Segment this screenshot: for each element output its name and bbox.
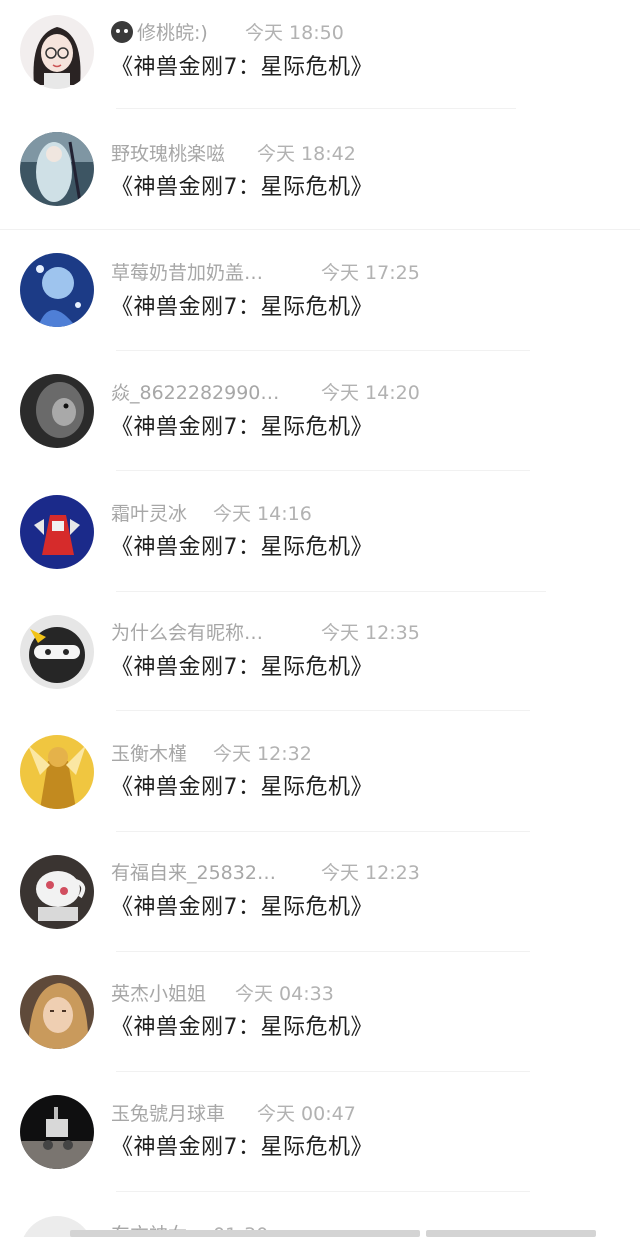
list-item[interactable]: 英杰小姐姐 今天 04:33 《神兽金刚7：星际危机》 — [0, 970, 640, 1090]
username[interactable]: 玉衡木槿 — [111, 739, 187, 769]
username[interactable]: 为什么会有昵称… — [111, 618, 263, 648]
comment-meta: 焱_8622282990… 今天 14:20 — [111, 378, 420, 408]
comment-text: 《神兽金刚7：星际危机》 — [111, 775, 373, 800]
username[interactable]: 玉兔號月球車 — [111, 1099, 225, 1129]
avatar[interactable] — [20, 1095, 94, 1169]
list-item[interactable]: 焱_8622282990… 今天 14:20 《神兽金刚7：星际危机》 — [0, 370, 640, 490]
divider — [116, 108, 516, 109]
username[interactable]: 英杰小姐姐 — [111, 979, 206, 1009]
timestamp: 今天 00:47 — [257, 1103, 356, 1125]
list-item[interactable]: 有福自来_25832… 今天 12:23 《神兽金刚7：星际危机》 — [0, 850, 640, 970]
comment-meta: 为什么会有昵称… 今天 12:35 — [111, 618, 420, 648]
comment-meta: 有福自来_25832… 今天 12:23 — [111, 858, 420, 888]
timestamp: 今天 12:23 — [321, 862, 420, 884]
list-item[interactable]: 霜叶灵冰 今天 14:16 《神兽金刚7：星际危机》 — [0, 490, 640, 610]
divider — [116, 591, 546, 592]
avatar[interactable] — [20, 132, 94, 206]
comment-meta: 草莓奶昔加奶盖… 今天 17:25 — [111, 258, 420, 288]
avatar[interactable] — [20, 15, 94, 89]
comment-meta: 修桃皖:) 今天 18:50 — [111, 18, 344, 48]
list-item[interactable]: 野玫瑰桃楽嗞 今天 18:42 《神兽金刚7：星际危机》 — [0, 130, 640, 250]
timestamp: 今天 04:33 — [235, 983, 334, 1005]
username[interactable]: 草莓奶昔加奶盖… — [111, 258, 263, 288]
comment-meta: 野玫瑰桃楽嗞 今天 18:42 — [111, 139, 356, 169]
avatar[interactable] — [20, 975, 94, 1049]
avatar[interactable] — [20, 615, 94, 689]
avatar[interactable] — [20, 735, 94, 809]
timestamp: 今天 12:32 — [213, 743, 312, 765]
avatar[interactable] — [20, 253, 94, 327]
black-emoji-icon — [111, 21, 133, 43]
username[interactable]: 焱_8622282990… — [111, 378, 279, 408]
comment-meta: 霜叶灵冰 今天 14:16 — [111, 499, 312, 529]
divider — [116, 831, 530, 832]
avatar[interactable] — [20, 495, 94, 569]
avatar[interactable] — [20, 374, 94, 448]
username[interactable]: 野玫瑰桃楽嗞 — [111, 139, 225, 169]
divider — [0, 229, 640, 230]
list-item[interactable]: 玉兔號月球車 今天 00:47 《神兽金刚7：星际危机》 — [0, 1090, 640, 1210]
comment-text: 《神兽金刚7：星际危机》 — [111, 535, 373, 560]
comment-text: 《神兽金刚7：星际危机》 — [111, 1015, 373, 1040]
divider — [116, 1071, 530, 1072]
comment-text: 《神兽金刚7：星际危机》 — [111, 895, 373, 920]
comment-meta: 玉衡木槿 今天 12:32 — [111, 739, 312, 769]
divider — [116, 1191, 530, 1192]
list-item[interactable]: 玉衡木槿 今天 12:32 《神兽金刚7：星际危机》 — [0, 730, 640, 850]
bottom-toolbar-segment — [70, 1230, 420, 1237]
comment-text: 《神兽金刚7：星际危机》 — [111, 175, 373, 200]
timestamp: 今天 17:25 — [321, 262, 420, 284]
comment-text: 《神兽金刚7：星际危机》 — [111, 1135, 373, 1160]
username[interactable]: 有福自来_25832… — [111, 858, 276, 888]
bottom-toolbar-segment — [426, 1230, 596, 1237]
timestamp: 今天 14:16 — [213, 503, 312, 525]
list-item[interactable]: 修桃皖:) 今天 18:50 《神兽金刚7：星际危机》 — [0, 10, 640, 130]
divider — [116, 710, 530, 711]
divider — [116, 350, 530, 351]
comment-text: 《神兽金刚7：星际危机》 — [111, 55, 373, 80]
timestamp: 今天 14:20 — [321, 382, 420, 404]
divider — [116, 470, 530, 471]
comment-text: 《神兽金刚7：星际危机》 — [111, 415, 373, 440]
timestamp: 今天 18:50 — [245, 22, 344, 44]
comment-text: 《神兽金刚7：星际危机》 — [111, 295, 373, 320]
list-item[interactable]: 草莓奶昔加奶盖… 今天 17:25 《神兽金刚7：星际危机》 — [0, 250, 640, 370]
username[interactable]: 霜叶灵冰 — [111, 499, 187, 529]
timestamp: 今天 18:42 — [257, 143, 356, 165]
avatar[interactable] — [20, 855, 94, 929]
username[interactable]: 修桃皖:) — [137, 18, 208, 48]
comment-meta: 玉兔號月球車 今天 00:47 — [111, 1099, 356, 1129]
divider — [116, 951, 530, 952]
list-item[interactable]: 为什么会有昵称… 今天 12:35 《神兽金刚7：星际危机》 — [0, 610, 640, 730]
timestamp: 今天 12:35 — [321, 622, 420, 644]
comment-meta: 英杰小姐姐 今天 04:33 — [111, 979, 334, 1009]
comment-text: 《神兽金刚7：星际危机》 — [111, 655, 373, 680]
